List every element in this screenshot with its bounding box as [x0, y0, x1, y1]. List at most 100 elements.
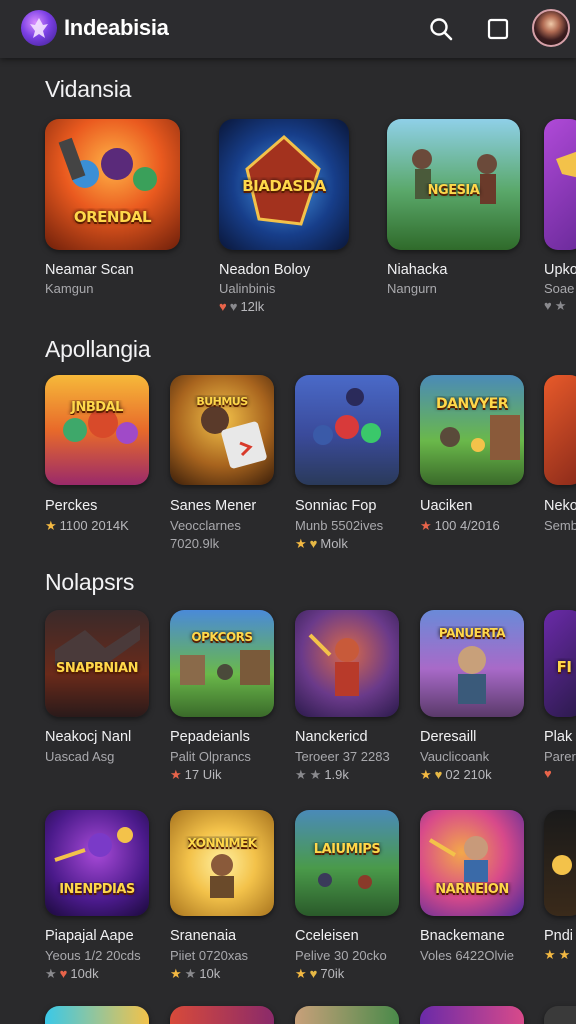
- section-title: Nolapsrs: [45, 569, 135, 595]
- game-tile[interactable]: OPKCORS: [170, 610, 274, 717]
- avatar[interactable]: [532, 9, 570, 47]
- star-icon: ★: [170, 966, 182, 981]
- game-sub: Kamgun: [45, 281, 94, 296]
- app-title: Indeabisia: [64, 15, 169, 40]
- game-tile[interactable]: SNAPBNIAN: [45, 610, 149, 717]
- game-tile[interactable]: BIADASDA: [219, 119, 349, 250]
- meta-value: 1100 2014K: [59, 518, 129, 533]
- game-sub: Nangurn: [387, 281, 437, 296]
- tile-caption: DANVYER: [436, 396, 509, 413]
- game-tile[interactable]: JNBDAL: [45, 375, 149, 485]
- search-icon[interactable]: [424, 12, 458, 46]
- star-icon: ★: [295, 767, 307, 782]
- game-tile[interactable]: [295, 610, 399, 717]
- tile-caption: NGESIA: [427, 182, 480, 198]
- game-name[interactable]: Pndi: [544, 928, 573, 944]
- game-sub: Veocclarnes: [170, 518, 241, 533]
- game-tile[interactable]: [544, 119, 576, 250]
- game-meta: ★ ♥ Molk: [295, 536, 348, 551]
- game-name[interactable]: Upko: [544, 262, 576, 278]
- game-name[interactable]: Neakocj Nanl: [45, 729, 131, 745]
- game-meta: ★ ♥ 70ik: [295, 966, 344, 981]
- meta-value: 1.9k: [324, 767, 349, 782]
- game-meta: ★ 100 4/2016: [420, 518, 500, 533]
- heart-icon: ♥: [309, 966, 318, 981]
- game-tile[interactable]: FI: [544, 610, 576, 717]
- game-sub: Parer: [544, 749, 576, 764]
- game-name[interactable]: Bnackemane: [420, 928, 505, 944]
- app-logo-icon[interactable]: [21, 10, 57, 46]
- game-name[interactable]: Nanckericd: [295, 729, 368, 745]
- meta-value: 12lk: [240, 299, 265, 314]
- game-sub: Vauclicoank: [420, 749, 490, 764]
- game-sub: Palit Olprancs: [170, 749, 251, 764]
- game-sub: Pelive 30 20cko: [295, 948, 387, 963]
- game-name[interactable]: Sonniac Fop: [295, 498, 376, 514]
- game-meta: ★ ★ 1.9k: [295, 767, 349, 782]
- game-name[interactable]: Neko: [544, 498, 576, 514]
- app-bar: Indeabisia: [0, 0, 576, 58]
- star-icon: ★: [420, 518, 432, 533]
- square-icon[interactable]: [481, 12, 515, 46]
- game-name[interactable]: Cceleisen: [295, 928, 359, 944]
- game-name[interactable]: Sranenaia: [170, 928, 236, 944]
- game-name[interactable]: Neamar Scan: [45, 262, 134, 278]
- game-tile[interactable]: ORENDAL: [45, 119, 180, 250]
- tile-caption: OPKCORS: [191, 630, 253, 645]
- game-name[interactable]: Deresaill: [420, 729, 476, 745]
- game-tile[interactable]: PANUERTA: [420, 610, 524, 717]
- game-sub: Piiet 0720xas: [170, 948, 249, 963]
- game-meta: ★ ♥ 10dk: [45, 966, 99, 981]
- game-name[interactable]: Pepadeianls: [170, 729, 250, 745]
- game-name[interactable]: Sanes Mener: [170, 498, 256, 514]
- star-icon: ★: [45, 966, 57, 981]
- game-tile[interactable]: DANVYER: [420, 375, 524, 485]
- game-tile[interactable]: XONNIMEK: [170, 810, 274, 916]
- game-sub: Munb 5502ives: [295, 518, 384, 533]
- game-tile[interactable]: [544, 375, 576, 485]
- heart-icon: ♥: [544, 766, 552, 781]
- game-meta: ♥ ★: [544, 299, 566, 312]
- star-icon: ★: [544, 947, 556, 962]
- star-icon: ★: [309, 767, 322, 782]
- game-meta: ★ 1100 2014K: [45, 518, 129, 533]
- game-tile[interactable]: [295, 1006, 399, 1024]
- meta-value: 70ik: [320, 966, 345, 981]
- tile-caption: BIADASDA: [242, 176, 326, 195]
- game-tile[interactable]: [45, 1006, 149, 1024]
- star-icon: ★: [184, 966, 197, 981]
- star-icon: ★: [295, 966, 307, 981]
- tile-caption: PANUERTA: [438, 625, 506, 640]
- game-name[interactable]: Plak: [544, 729, 572, 745]
- tile-caption: FI: [556, 658, 572, 677]
- game-name[interactable]: Uaciken: [420, 498, 472, 514]
- heart-icon: ♥: [434, 767, 443, 782]
- game-sub: Yeous 1/2 20cds: [45, 948, 141, 963]
- game-meta: ♥: [544, 767, 552, 780]
- tile-caption: LAIUMIPS: [313, 841, 381, 857]
- heart-icon: ♥: [229, 299, 238, 314]
- game-tile[interactable]: LAIUMIPS: [295, 810, 399, 916]
- game-tile[interactable]: BUHMUS: [170, 375, 274, 485]
- game-tile[interactable]: [170, 1006, 274, 1024]
- tile-caption: ORENDAL: [73, 208, 152, 227]
- game-tile[interactable]: [420, 1006, 524, 1024]
- game-sub: Ualinbinis: [219, 281, 276, 296]
- game-name[interactable]: Perckes: [45, 498, 97, 514]
- heart-icon: ♥: [219, 299, 227, 314]
- game-tile[interactable]: NARNEION: [420, 810, 524, 916]
- game-meta: ★ 17 Uik: [170, 767, 222, 782]
- game-tile[interactable]: [544, 810, 576, 916]
- game-tile[interactable]: [295, 375, 399, 485]
- game-name[interactable]: Niahacka: [387, 262, 447, 278]
- heart-icon: ♥: [309, 536, 318, 551]
- game-sub: Semb: [544, 518, 576, 533]
- tile-caption: JNBDAL: [71, 399, 123, 415]
- star-icon: ★: [45, 518, 57, 533]
- game-name[interactable]: Neadon Boloy: [219, 262, 310, 278]
- meta-value: 10k: [199, 966, 221, 981]
- game-tile[interactable]: NGESIA: [387, 119, 520, 250]
- game-tile[interactable]: [544, 1006, 576, 1024]
- game-tile[interactable]: INENPDIAS: [45, 810, 149, 916]
- game-name[interactable]: Piapajal Aape: [45, 928, 134, 944]
